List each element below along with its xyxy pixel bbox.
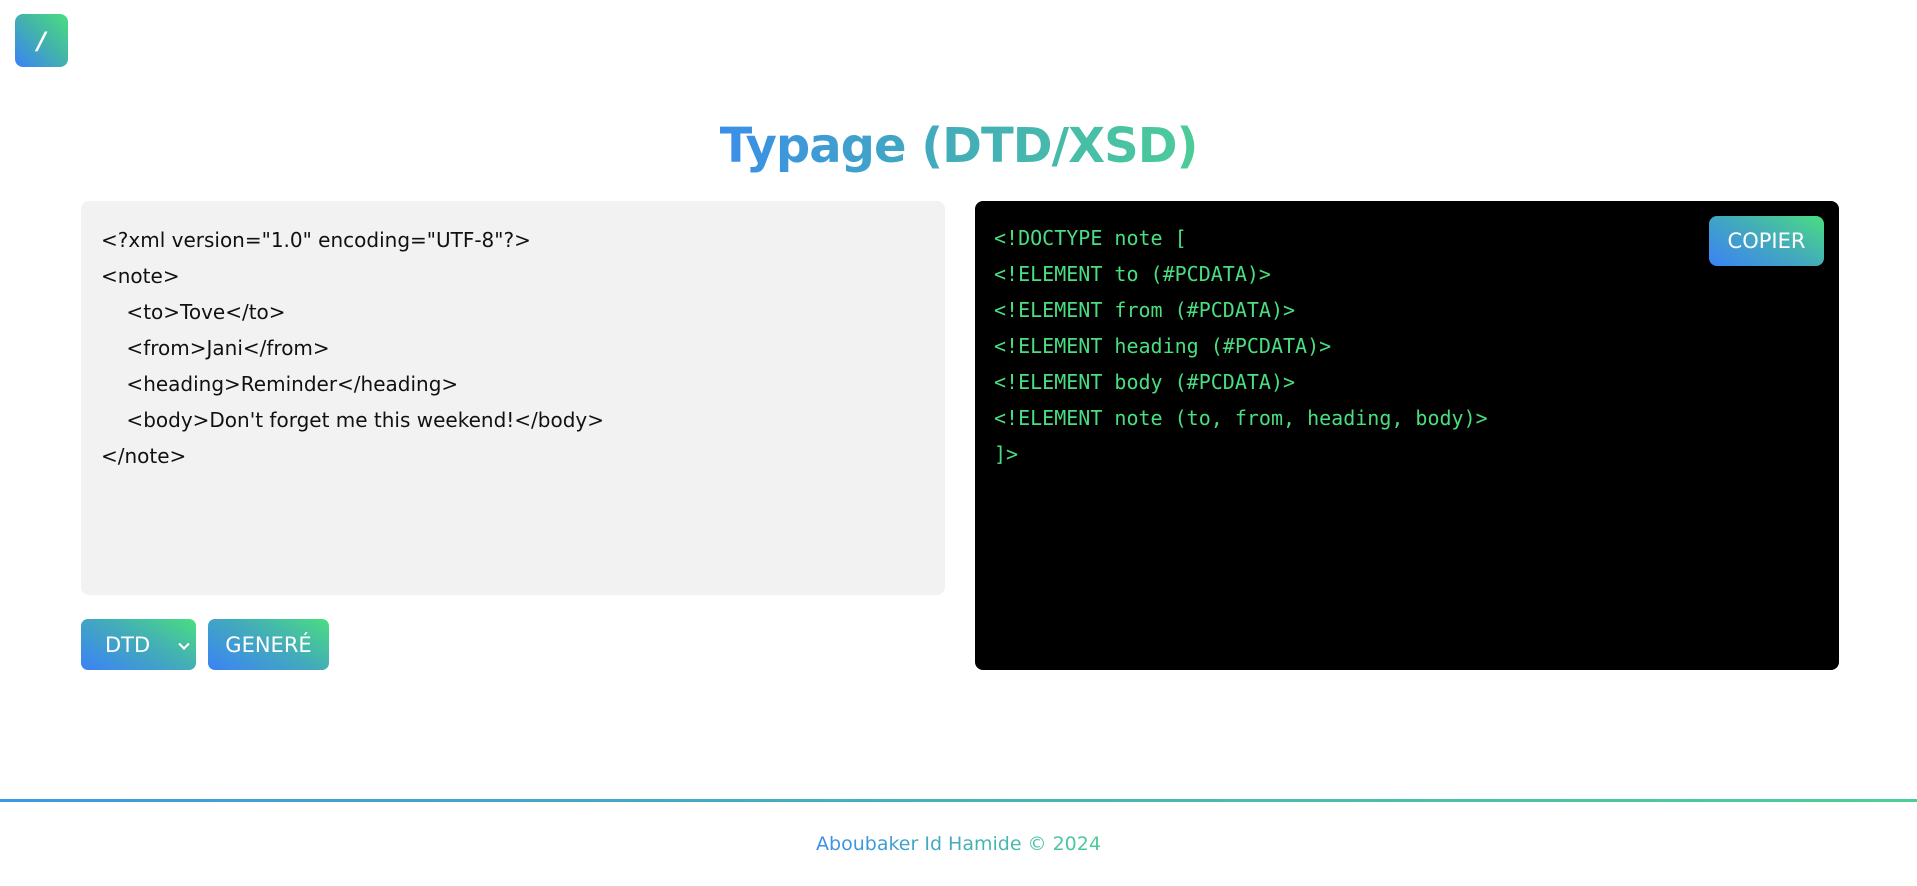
schema-type-value: DTD [105,632,151,657]
copy-button[interactable]: COPIER [1709,216,1824,266]
output-panel: <!DOCTYPE note [ <!ELEMENT to (#PCDATA)>… [975,201,1839,670]
controls-bar: DTD GENERÉ [81,619,329,670]
xml-input[interactable] [81,201,945,595]
generate-button[interactable]: GENERÉ [208,619,329,670]
footer-divider [0,799,1917,802]
output-code: <!DOCTYPE note [ <!ELEMENT to (#PCDATA)>… [994,226,1488,466]
footer: Aboubaker Id Hamide © 2024 [0,833,1917,855]
home-label: / [37,26,46,55]
page-title-text: Typage (DTD/XSD) [719,118,1199,174]
chevron-down-icon [178,638,190,650]
footer-copyright: Aboubaker Id Hamide © 2024 [816,833,1101,855]
home-button[interactable]: / [15,14,68,67]
schema-type-select[interactable]: DTD [81,619,196,670]
page-title: Typage (DTD/XSD) [0,118,1917,174]
